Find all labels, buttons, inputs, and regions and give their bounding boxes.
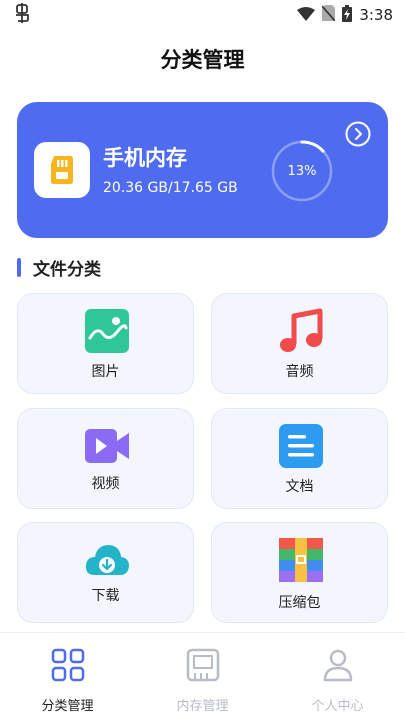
bottom-nav: 分类管理 内存管理 个人中心 [0, 632, 405, 720]
archive-icon [279, 538, 323, 582]
nav-item-profile[interactable]: 个人中心 [270, 633, 405, 720]
nav-item-memory[interactable]: 内存管理 [135, 633, 270, 720]
category-label: 下载 [91, 588, 120, 604]
category-label: 文档 [285, 479, 314, 495]
video-camera-icon [85, 429, 129, 463]
category-label: 音频 [285, 364, 314, 380]
nav-label: 分类管理 [41, 699, 94, 714]
document-icon [279, 424, 323, 468]
category-tile-audio[interactable]: 音频 [211, 293, 388, 394]
image-icon [85, 309, 129, 353]
music-note-icon [280, 308, 323, 352]
debug-bug-icon [12, 2, 32, 28]
chevron-right-icon[interactable] [345, 121, 371, 147]
section-title: 文件分类 [33, 259, 101, 280]
cloud-download-icon [85, 545, 129, 575]
nav-label: 内存管理 [176, 699, 229, 714]
section-header: 文件分类 [17, 256, 101, 280]
category-tile-archives[interactable]: 压缩包 [211, 522, 388, 623]
grid-icon [51, 648, 85, 682]
status-bar: 3:38 [0, 0, 405, 30]
category-label: 压缩包 [278, 595, 321, 611]
category-tile-video[interactable]: 视频 [17, 408, 194, 509]
category-label: 视频 [91, 476, 120, 492]
category-tile-downloads[interactable]: 下载 [17, 522, 194, 623]
memory-chip-icon [186, 648, 220, 682]
nav-item-category[interactable]: 分类管理 [0, 633, 135, 720]
category-tile-images[interactable]: 图片 [17, 293, 194, 394]
storage-percent: 13% [287, 163, 317, 179]
status-time: 3:38 [359, 6, 393, 24]
category-label: 图片 [91, 364, 120, 380]
no-sim-icon [321, 5, 336, 25]
nav-label: 个人中心 [311, 699, 364, 714]
section-accent-bar [17, 257, 21, 277]
storage-card[interactable]: 手机内存 20.36 GB/17.65 GB 13% [17, 102, 388, 238]
battery-charging-icon [342, 4, 353, 26]
storage-name: 手机内存 [103, 146, 187, 170]
sd-card-icon [34, 142, 90, 198]
storage-size: 20.36 GB/17.65 GB [103, 180, 238, 196]
category-tile-documents[interactable]: 文档 [211, 408, 388, 509]
person-icon [323, 649, 353, 682]
page-title: 分类管理 [160, 48, 245, 72]
wifi-icon [297, 6, 316, 25]
